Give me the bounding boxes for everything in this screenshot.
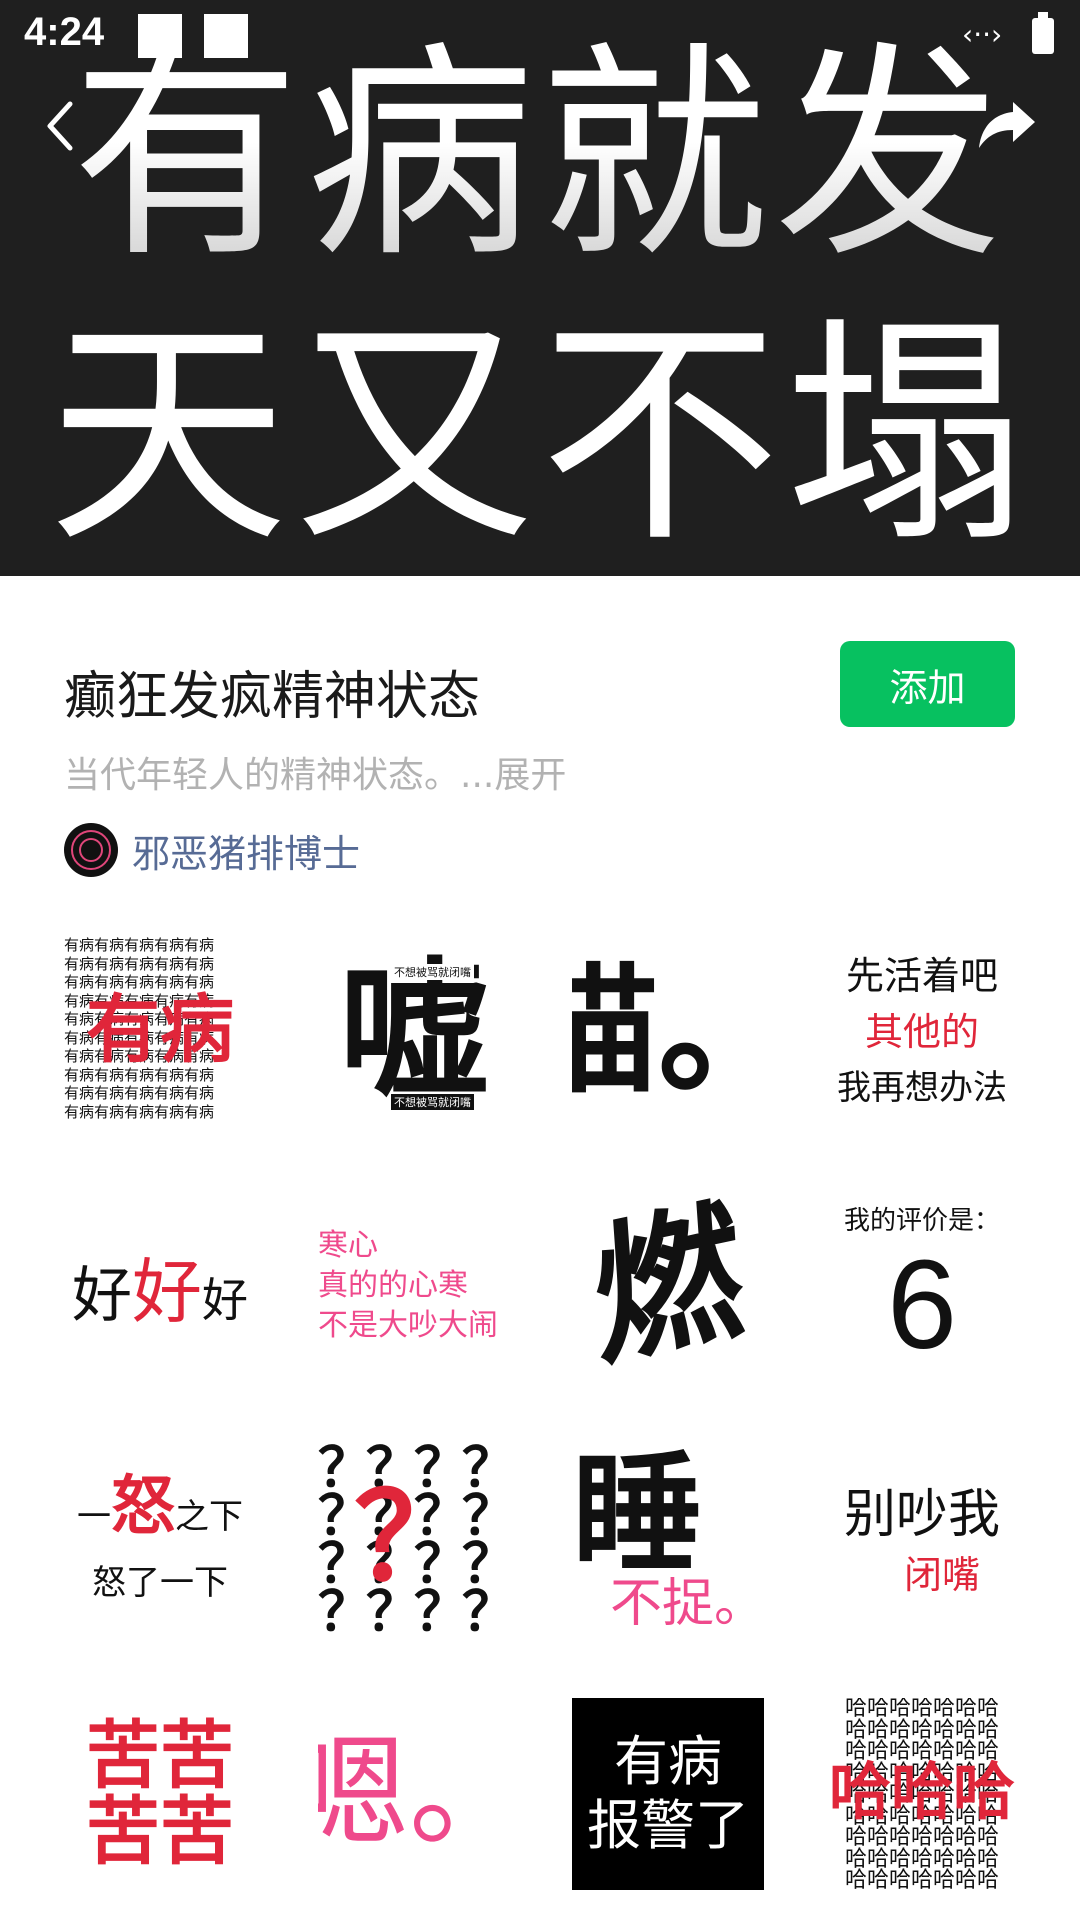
sticker-hahaha[interactable]: 哈哈哈哈哈哈哈 哈哈哈哈哈哈哈 哈哈哈哈哈哈哈 哈哈哈哈哈哈哈 哈哈哈哈哈哈哈 哈哈哈哈… [826,1698,1018,1890]
share-button[interactable] [975,94,1039,154]
sticker-line-1: 寒心 [318,1228,378,1263]
sticker-haohaohao[interactable]: 好好好 [64,1190,256,1382]
sticker-line-2: 怒了一下 [92,1563,228,1603]
sticker-ran[interactable]: 燃 [572,1190,764,1382]
sticker-nu[interactable]: 一怒之下 怒了一下 [64,1444,256,1636]
sticker-line-2: 报警了 [587,1794,749,1857]
sticker-question[interactable]: ？？？？？？？？？？？？？？？？？？？？？？？？？？？？？？？？ ？ [318,1444,510,1636]
add-button[interactable]: 添加 [840,641,1015,727]
sticker-xu[interactable]: 嘘 不想被骂就闭嘴 不想被骂就闭嘴 [318,936,510,1128]
sticker-main-text: 有病 [86,987,234,1073]
sticker-line-2: 苦苦 [86,1789,234,1875]
notification-icon [204,14,248,58]
header-banner: 有病就发 天又不塌 [0,0,1080,576]
sticker-char: 好 [72,1260,132,1331]
sticker-pingjia[interactable]: 我的评价是： 6 [826,1190,1018,1382]
pack-description[interactable]: 当代年轻人的精神状态。...展开 [64,746,566,798]
sticker-char: 好 [132,1250,202,1333]
sticker-line-1: 先活着吧 [845,954,998,998]
sticker-line-1: 苦苦 [86,1713,234,1799]
sticker-char: 好 [202,1272,248,1327]
battery-icon [1032,12,1054,54]
author-name[interactable]: 邪恶猪排博士 [132,823,360,878]
sticker-small-text: 不想被骂就闭嘴 [390,964,474,980]
sticker-main-text: 哈哈哈 [828,1755,1015,1828]
notification-icon [138,14,182,58]
data-transfer-icon: ‹··› [962,18,1003,51]
status-time: 4:24 [24,10,105,54]
sticker-biechaowo[interactable]: 别吵我 闭嘴 [826,1444,1018,1636]
sticker-small-text: 不想被骂就闭嘴 [390,1094,474,1110]
status-bar: 4:24 ‹··› [0,0,1080,72]
pack-title: 癫狂发疯精神状态 [64,667,481,727]
back-button[interactable] [40,96,84,156]
sticker-char: 之下 [175,1497,243,1537]
author-row[interactable]: 邪恶猪排博士 [64,822,360,878]
sticker-char: 怒 [111,1470,175,1544]
sticker-line-3: 不是大吵大闹 [318,1308,498,1343]
banner-line-2: 天又不塌 [47,295,1032,575]
sticker-xianhuozhe[interactable]: 先活着吧 其他的 我再想办法 [826,936,1018,1128]
sticker-main-text: ？ [354,1469,474,1608]
sticker-main-text: 嗯。 [318,1724,510,1863]
sticker-line-3: 我再想办法 [837,1068,1007,1108]
sticker-char: 一 [77,1497,111,1537]
sticker-miao[interactable]: 喵。 [572,936,764,1128]
sticker-main-text: 6 [886,1234,958,1375]
sticker-hanxin[interactable]: 寒心 真的的心寒 不是大吵大闹 [318,1190,510,1382]
sticker-main-text: 睡 [572,1444,703,1590]
sticker-kukuku[interactable]: 苦苦 苦苦 [64,1698,256,1890]
sticker-line-1: 别吵我 [843,1485,1000,1545]
avatar [64,823,118,877]
sticker-sub-text: 不捉。 [610,1574,764,1634]
sticker-line-2: 真的的心寒 [318,1268,468,1303]
sticker-main-text: 燃 [588,1190,748,1382]
back-arrow-icon [47,101,73,151]
sticker-line-1: 有病 [614,1730,722,1793]
sticker-line-2: 其他的 [864,1010,979,1054]
sticker-baojing[interactable]: 有病 报警了 [572,1698,764,1890]
sticker-youbing[interactable]: 有病有病有病有病有病 有病有病有病有病有病 有病有病有病有病有病 有病有病有病有病有… [64,936,256,1128]
sticker-shui[interactable]: 睡 不捉。 [572,1444,764,1636]
sticker-en[interactable]: 嗯。 [318,1698,510,1890]
sticker-line-2: 闭嘴 [903,1553,980,1597]
share-icon [979,102,1035,148]
sticker-main-text: 喵。 [572,950,764,1113]
